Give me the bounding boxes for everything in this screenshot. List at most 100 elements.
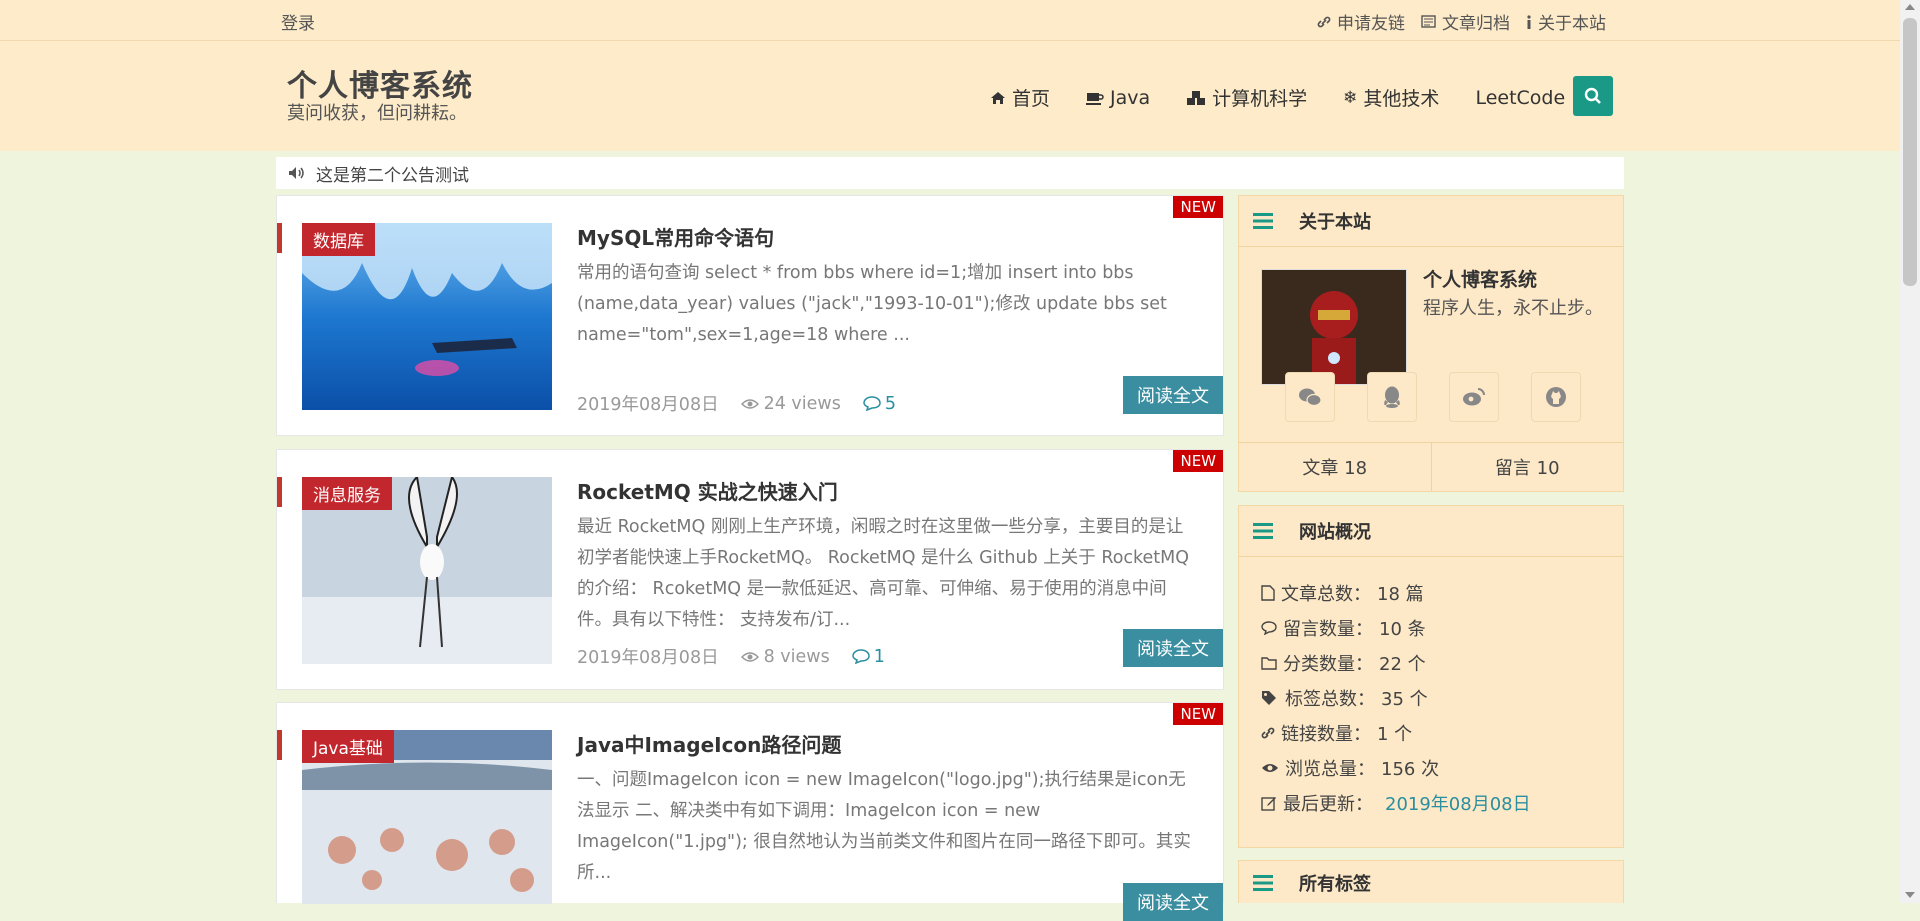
post-views: 8 views xyxy=(740,646,830,667)
post-date: 2019年08月08日 xyxy=(577,648,719,668)
nav-leetcode-label: LeetCode xyxy=(1475,86,1566,109)
nav-java[interactable]: Java xyxy=(1086,84,1150,111)
overview-value: 18 篇 xyxy=(1377,583,1424,605)
coffee-icon xyxy=(1086,92,1104,105)
overview-label: 浏览总量： xyxy=(1285,758,1375,780)
tags-panel: 所有标签 xyxy=(1238,860,1624,903)
about-link-label: 关于本站 xyxy=(1538,14,1606,34)
read-more-button[interactable]: 阅读全文 xyxy=(1123,376,1223,414)
message-count[interactable]: 留言 10 xyxy=(1432,443,1624,491)
overview-row-views: 浏览总量： 156 次 xyxy=(1261,750,1623,785)
weibo-icon xyxy=(1463,388,1485,406)
overview-value: 1 个 xyxy=(1377,723,1413,745)
nav-leetcode[interactable]: LeetCode xyxy=(1475,84,1565,111)
volume-icon xyxy=(289,167,304,179)
github-button[interactable] xyxy=(1531,372,1581,422)
notice-text: 这是第二个公告测试 xyxy=(316,165,469,186)
overview-panel-header: 网站概况 xyxy=(1239,506,1623,557)
overview-row-messages: 留言数量： 10 条 xyxy=(1261,610,1623,645)
article-count[interactable]: 文章 18 xyxy=(1239,443,1432,491)
overview-label: 链接数量： xyxy=(1281,723,1371,745)
eye-icon xyxy=(740,398,759,409)
wechat-icon xyxy=(1299,388,1322,407)
post-views-count: 24 views xyxy=(763,393,841,414)
post-comments-count: 1 xyxy=(873,646,885,667)
top-bar: 登录 申请友链 文章归档 关于本站 xyxy=(0,0,1900,41)
about-motto: 程序人生，永不止步。 xyxy=(1423,298,1603,319)
apply-link-item[interactable]: 申请友链 xyxy=(1317,9,1405,34)
search-button[interactable] xyxy=(1573,76,1613,116)
edit-icon xyxy=(1261,796,1276,811)
post-views-count: 8 views xyxy=(763,646,830,667)
about-site-name: 个人博客系统 xyxy=(1423,269,1538,291)
new-badge: NEW xyxy=(1173,450,1223,472)
new-badge: NEW xyxy=(1173,196,1223,218)
page-scrollbar[interactable] xyxy=(1900,0,1920,903)
post-comments[interactable]: 5 xyxy=(863,394,896,414)
scroll-up-arrow[interactable] xyxy=(1905,4,1915,10)
scrollbar-thumb[interactable] xyxy=(1903,18,1917,286)
about-stats: 文章 18 留言 10 xyxy=(1239,442,1623,491)
overview-label: 标签总数： xyxy=(1285,688,1375,710)
overview-value: 156 次 xyxy=(1381,758,1440,780)
overview-row-categories: 分类数量： 22 个 xyxy=(1261,645,1623,680)
post-card: Java基础 NEW Java中ImageIcon路径问题 一、问题ImageI… xyxy=(276,702,1224,921)
wechat-button[interactable] xyxy=(1285,372,1335,422)
overview-label: 留言数量： xyxy=(1283,618,1373,640)
about-link-item[interactable]: 关于本站 xyxy=(1526,9,1606,34)
overview-panel-title: 网站概况 xyxy=(1299,522,1371,543)
overview-label: 最后更新： xyxy=(1283,793,1373,815)
post-comments[interactable]: 1 xyxy=(851,646,885,667)
about-avatar xyxy=(1261,269,1407,385)
overview-value: 2019年08月08日 xyxy=(1385,793,1531,815)
qq-icon xyxy=(1384,386,1400,408)
about-panel-title: 关于本站 xyxy=(1299,212,1371,233)
scroll-down-arrow[interactable] xyxy=(1905,892,1915,898)
category-accent xyxy=(277,477,282,507)
post-category-badge[interactable]: 消息服务 xyxy=(302,477,392,510)
overview-row-tags: 标签总数： 35 个 xyxy=(1261,680,1623,715)
post-category-badge[interactable]: Java基础 xyxy=(302,730,394,763)
comment-icon xyxy=(1261,620,1277,635)
nav-cs[interactable]: 计算机科学 xyxy=(1186,84,1307,111)
post-comments-count: 5 xyxy=(884,393,896,414)
file-icon xyxy=(1261,584,1275,601)
tags-panel-title: 所有标签 xyxy=(1299,873,1371,895)
search-icon xyxy=(1584,87,1601,104)
overview-row-articles: 文章总数： 18 篇 xyxy=(1261,575,1623,610)
overview-value: 10 条 xyxy=(1379,618,1426,640)
weibo-button[interactable] xyxy=(1449,372,1499,422)
overview-value: 22 个 xyxy=(1379,653,1426,675)
tags-panel-header: 所有标签 xyxy=(1239,861,1623,904)
nav-home[interactable]: 首页 xyxy=(990,84,1050,111)
post-date: 2019年08月08日 xyxy=(577,395,719,415)
read-more-button[interactable]: 阅读全文 xyxy=(1123,883,1223,921)
apply-link-label: 申请友链 xyxy=(1337,14,1405,34)
site-header: 个人博客系统 莫问收获，但问耕耘。 首页 Java 计算机科学 ❄ 其他技术 L… xyxy=(0,41,1900,151)
post-views: 24 views xyxy=(740,393,841,414)
overview-label: 文章总数： xyxy=(1281,583,1371,605)
main-nav: 首页 Java 计算机科学 ❄ 其他技术 LeetCode xyxy=(990,84,1565,111)
about-panel-header: 关于本站 xyxy=(1239,196,1623,247)
read-more-button[interactable]: 阅读全文 xyxy=(1123,629,1223,667)
post-category-badge[interactable]: 数据库 xyxy=(302,223,375,256)
archive-icon xyxy=(1421,15,1436,28)
post-title[interactable]: RocketMQ 实战之快速入门 xyxy=(577,476,838,505)
notice-bar: 这是第二个公告测试 xyxy=(276,157,1624,189)
top-links: 申请友链 文章归档 关于本站 xyxy=(1317,9,1606,34)
link-icon xyxy=(1317,16,1331,27)
about-body: 个人博客系统 程序人生，永不止步。 文章 18 留言 10 xyxy=(1239,247,1623,491)
site-subtitle: 莫问收获，但问耕耘。 xyxy=(287,103,467,124)
overview-value: 35 个 xyxy=(1381,688,1428,710)
post-title[interactable]: Java中ImageIcon路径问题 xyxy=(577,729,841,758)
qq-button[interactable] xyxy=(1367,372,1417,422)
post-title[interactable]: MySQL常用命令语句 xyxy=(577,222,774,251)
tags-icon xyxy=(1262,690,1276,705)
menu-icon xyxy=(1253,874,1273,891)
nav-other[interactable]: ❄ 其他技术 xyxy=(1343,84,1439,111)
home-icon xyxy=(991,91,1005,104)
login-link[interactable]: 登录 xyxy=(281,9,315,34)
post-summary: 一、问题ImageIcon icon = new ImageIcon("logo… xyxy=(577,770,1191,883)
social-links xyxy=(1285,372,1581,422)
archive-link-item[interactable]: 文章归档 xyxy=(1421,9,1510,34)
